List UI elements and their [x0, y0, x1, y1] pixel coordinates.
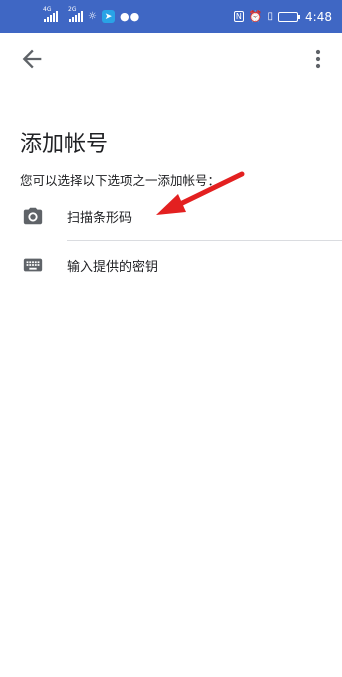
keyboard-icon [23, 258, 43, 272]
arrow-back-icon [22, 49, 42, 69]
network-type-label-2: 2G [68, 6, 77, 13]
signal-icon-2: 2G [68, 6, 83, 22]
clock: 4:48 [305, 9, 332, 24]
alarm-icon: ⏰ [248, 10, 263, 23]
status-bar-left: 4G 2G ☼ ➤ ●● [43, 6, 140, 23]
scan-barcode-option[interactable]: 扫描条形码 [0, 191, 342, 241]
vibrate-icon: ▯ [267, 11, 274, 22]
app-notification-icon: ➤ [101, 10, 115, 23]
scan-barcode-label: 扫描条形码 [67, 210, 133, 226]
battery-icon [278, 11, 301, 22]
page-title: 添加帐号 [20, 132, 109, 157]
status-bar: 4G 2G ☼ ➤ ●● N ⏰ ▯ 4:48 [0, 0, 342, 33]
nfc-icon: N [233, 11, 244, 22]
status-bar-right: N ⏰ ▯ 4:48 [233, 9, 332, 24]
signal-icon: 4G [43, 6, 58, 22]
wifi-icon: ☼ [88, 11, 97, 22]
enter-key-option[interactable]: 输入提供的密钥 [0, 240, 342, 290]
more-vert-icon [315, 49, 321, 69]
back-button[interactable] [18, 45, 46, 73]
wechat-icon: ●● [119, 10, 140, 23]
page-subtitle: 您可以选择以下选项之一添加帐号： [20, 173, 221, 188]
more-options-button[interactable] [304, 45, 332, 73]
toolbar [0, 33, 342, 83]
enter-key-label: 输入提供的密钥 [67, 259, 159, 275]
network-type-label: 4G [43, 6, 52, 13]
camera-icon [23, 207, 43, 225]
